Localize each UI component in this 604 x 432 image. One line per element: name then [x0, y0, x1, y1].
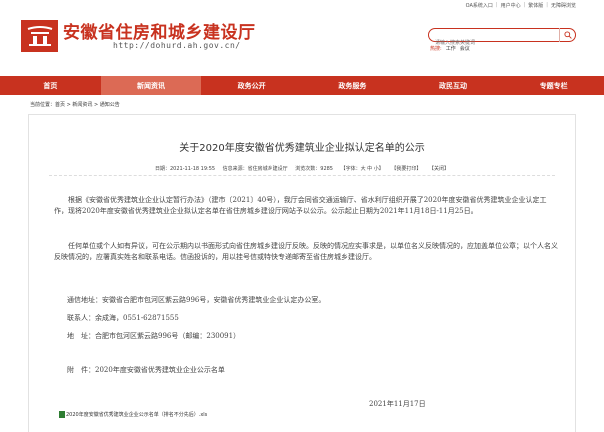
site-logo[interactable] [21, 20, 58, 52]
breadcrumb: 当前位置：首页 > 新闻资讯 > 通知公告 [30, 102, 120, 108]
utility-links: OA系统入口 | 用户中心 | 繁体版 | 无障碍浏览 [465, 2, 576, 9]
user-center-link[interactable]: 用户中心 [501, 2, 521, 9]
paragraph-2: 任何单位或个人如有异议，可在公示期内以书面形式向省住房城乡建设厅反映。反映的情况… [54, 242, 558, 261]
attachment-download[interactable]: 2020年度安徽省优秀建筑业企业公示名单（排名不分先后）.xls [59, 411, 207, 418]
hot-search-label: 热搜: [430, 46, 442, 52]
excel-file-icon [59, 411, 65, 418]
location-line: 地 址：合肥市包河区紫云路996号（邮编：230091） [67, 332, 241, 340]
search-icon [563, 31, 572, 39]
font-size-control[interactable]: 【字体：大 中 小】 [341, 166, 384, 172]
nav-news[interactable]: 新闻资讯 [100, 76, 202, 95]
article-title: 关于2020年度安徽省优秀建筑业企业拟认定名单的公示 [179, 143, 425, 154]
traditional-link[interactable]: 繁体版 [528, 2, 543, 9]
nav-home[interactable]: 首页 [0, 76, 101, 95]
nav-gov-affairs[interactable]: 政务公开 [201, 76, 302, 95]
meta-divider [49, 175, 555, 176]
attachment-line: 附 件：2020年度安徽省优秀建筑业企业公示名单 [67, 366, 225, 374]
print-button[interactable]: 【我要打印】 [391, 166, 421, 172]
hot-search: 热搜: 工作 会议 [430, 45, 470, 52]
hot-item[interactable]: 会议 [460, 45, 470, 52]
accessibility-link[interactable]: 无障碍浏览 [551, 2, 576, 9]
paragraph-1: 根据《安徽省优秀建筑业企业认定暂行办法》（建市〔2021〕40号），我厅会同省交… [54, 196, 547, 215]
nav-gov-services[interactable]: 政务服务 [302, 76, 403, 95]
sign-date: 2021年11月17日 [369, 400, 426, 408]
close-button[interactable]: 【关闭】 [429, 166, 449, 172]
main-nav: 首页 新闻资讯 政务公开 政务服务 政民互动 专题专栏 [0, 76, 604, 95]
nav-interaction[interactable]: 政民互动 [403, 76, 504, 95]
contact-line: 联系人：余成海，0551-62871555 [67, 314, 179, 322]
attachment-filename[interactable]: 2020年度安徽省优秀建筑业企业公示名单（排名不分先后）.xls [66, 411, 207, 418]
article-frame: 关于2020年度安徽省优秀建筑业企业拟认定名单的公示 日期：2021-11-18… [28, 114, 576, 432]
address-line: 通信地址：安徽省合肥市包河区紫云路996号，安徽省优秀建筑业企业认定办公室。 [67, 296, 326, 304]
nav-special-topics[interactable]: 专题专栏 [503, 76, 604, 95]
oa-link[interactable]: OA系统入口 [466, 2, 493, 9]
hot-item[interactable]: 工作 [446, 45, 456, 52]
search-box [428, 28, 576, 49]
meta-date: 日期：2021-11-18 19:55 [155, 166, 216, 172]
article-meta: 日期：2021-11-18 19:55 信息来源：省住房城乡建设厅 浏览次数：9… [29, 165, 575, 172]
logo-emblem-icon [27, 26, 52, 46]
search-button[interactable] [559, 28, 575, 42]
meta-views: 浏览次数：9285 [295, 166, 333, 172]
site-title: 安徽省住房和城乡建设厅 [63, 23, 256, 43]
meta-source: 信息来源：省住房城乡建设厅 [222, 166, 288, 172]
site-url: http://dohurd.ah.gov.cn/ [113, 41, 241, 50]
